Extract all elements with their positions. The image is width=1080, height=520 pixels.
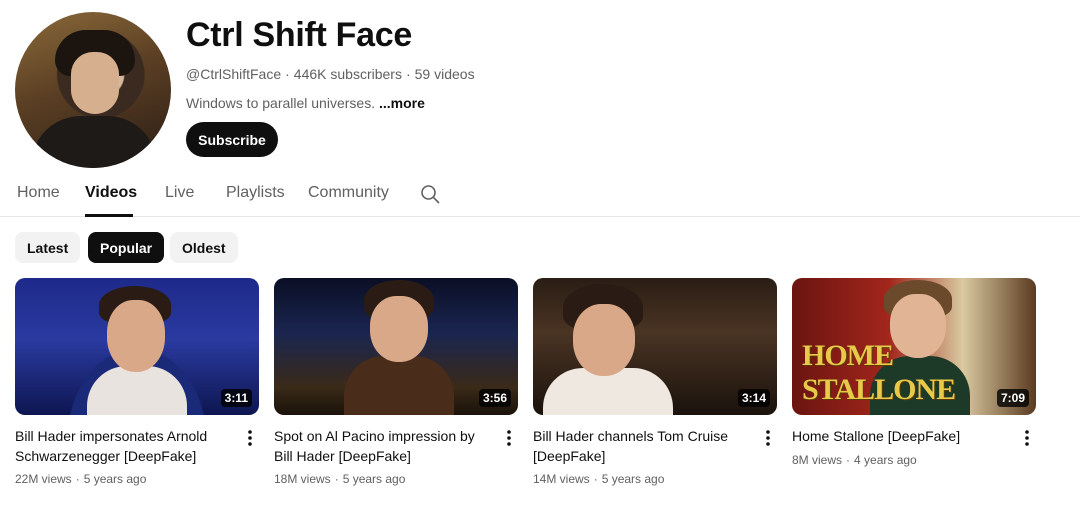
view-count: 18M views (274, 472, 331, 486)
meta-separator: · (405, 66, 411, 82)
meta-separator: · (334, 472, 339, 486)
channel-meta: @CtrlShiftFace · 446K subscribers · 59 video… (186, 66, 475, 82)
video-duration: 7:09 (996, 389, 1029, 407)
filter-latest[interactable]: Latest (15, 232, 81, 263)
more-vert-icon[interactable] (761, 428, 775, 448)
thumb-figure (370, 296, 428, 362)
thumb-figure (573, 304, 635, 376)
video-count: 59 videos (414, 66, 475, 82)
video-card[interactable]: HOME STALLONE 7:09 Home Stallone [DeepFa… (792, 278, 1037, 467)
upload-age: 5 years ago (601, 472, 665, 486)
video-meta: 14M views · 5 years ago (533, 472, 664, 486)
meta-separator: · (75, 472, 80, 486)
channel-description[interactable]: Windows to parallel universes. ...more (186, 95, 425, 111)
tab-community[interactable]: Community (308, 184, 389, 202)
video-title[interactable]: Home Stallone [DeepFake] (792, 426, 1012, 446)
video-meta: 22M views · 5 years ago (15, 472, 146, 486)
video-thumbnail[interactable]: 3:56 (274, 278, 518, 415)
video-card[interactable]: 3:11 Bill Hader impersonates Arnold Schw… (15, 278, 260, 486)
more-vert-icon[interactable] (502, 428, 516, 448)
channel-avatar (15, 12, 171, 168)
video-meta: 18M views · 5 years ago (274, 472, 405, 486)
meta-separator: · (285, 66, 290, 82)
avatar-face (71, 52, 119, 114)
more-vert-icon[interactable] (243, 428, 257, 448)
more-vert-icon[interactable] (1020, 428, 1034, 448)
video-card[interactable]: 3:14 Bill Hader channels Tom Cruise [Dee… (533, 278, 778, 486)
more-link[interactable]: ...more (379, 95, 425, 111)
view-count: 8M views (792, 453, 843, 467)
channel-handle: @CtrlShiftFace (186, 66, 282, 82)
thumb-figure (344, 356, 454, 415)
video-title[interactable]: Bill Hader channels Tom Cruise [DeepFake… (533, 426, 753, 466)
search-icon[interactable] (420, 184, 440, 204)
view-count: 14M views (533, 472, 590, 486)
meta-separator: · (593, 472, 598, 486)
upload-age: 4 years ago (854, 453, 917, 467)
video-thumbnail[interactable]: 3:11 (15, 278, 259, 415)
video-duration: 3:14 (737, 389, 770, 407)
view-count: 22M views (15, 472, 72, 486)
video-title[interactable]: Bill Hader impersonates Arnold Schwarzen… (15, 426, 235, 466)
video-card[interactable]: 3:56 Spot on Al Pacino impression by Bil… (274, 278, 519, 486)
tab-live[interactable]: Live (165, 184, 194, 202)
tab-videos[interactable]: Videos (85, 184, 137, 202)
filter-oldest[interactable]: Oldest (170, 232, 238, 263)
thumb-figure (107, 300, 165, 372)
tab-playlists[interactable]: Playlists (226, 184, 285, 202)
meta-separator: · (846, 453, 851, 467)
video-title[interactable]: Spot on Al Pacino impression by Bill Had… (274, 426, 494, 466)
subscriber-count: 446K subscribers (293, 66, 402, 82)
upload-age: 5 years ago (342, 472, 406, 486)
channel-tabs: Home Videos Live Playlists Community (0, 170, 1080, 217)
tab-home[interactable]: Home (17, 184, 60, 202)
channel-title: Ctrl Shift Face (186, 16, 412, 54)
video-meta: 8M views · 4 years ago (792, 453, 917, 467)
video-thumbnail[interactable]: HOME STALLONE 7:09 (792, 278, 1036, 415)
thumb-figure (87, 366, 187, 415)
description-text: Windows to parallel universes. (186, 95, 376, 111)
filter-popular[interactable]: Popular (88, 232, 165, 263)
upload-age: 5 years ago (83, 472, 147, 486)
active-tab-indicator (85, 214, 133, 217)
video-duration: 3:11 (220, 389, 252, 407)
video-duration: 3:56 (478, 389, 511, 407)
video-thumbnail[interactable]: 3:14 (533, 278, 777, 415)
subscribe-button[interactable]: Subscribe (186, 122, 278, 157)
avatar-coat (31, 116, 157, 168)
